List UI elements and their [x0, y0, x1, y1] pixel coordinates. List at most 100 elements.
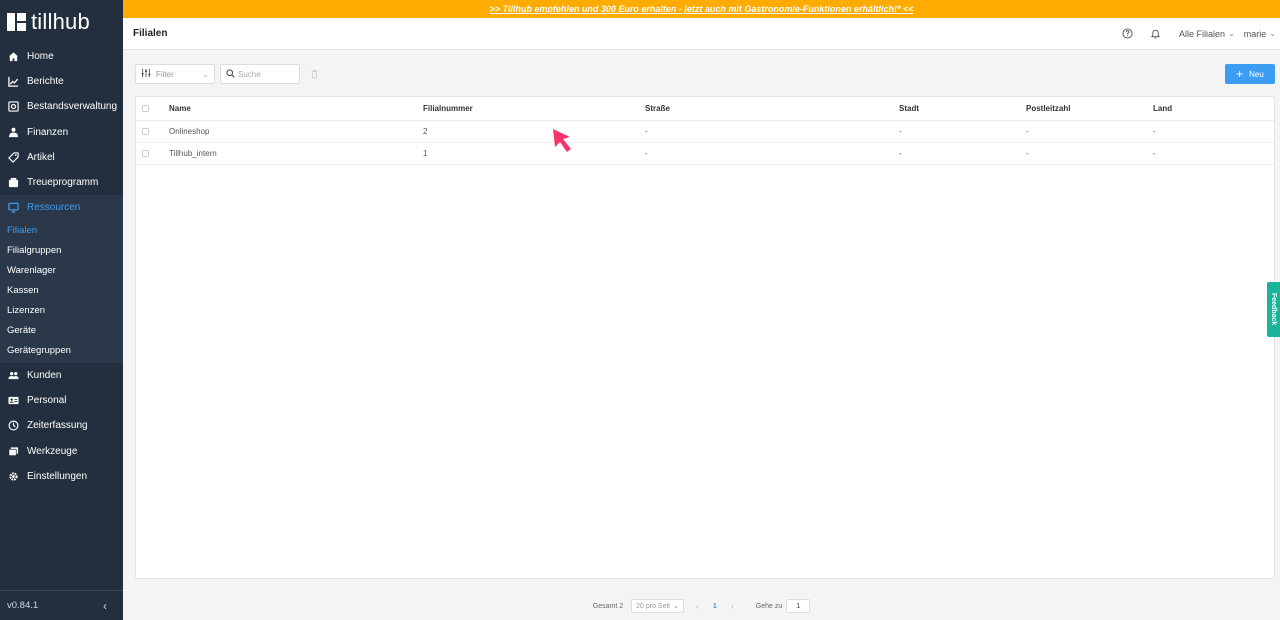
sidebar-item-label: Werkzeuge: [27, 445, 78, 457]
sidebar-item-kunden[interactable]: Kunden: [0, 363, 123, 388]
sidebar-nav-secondary: Kunden Personal Zeiterfassung Werkzeuge …: [0, 363, 123, 489]
column-header-country[interactable]: Land: [1153, 97, 1172, 120]
subnav-item-kassen[interactable]: Kassen: [0, 281, 123, 301]
promo-banner: >> Tillhub empfehlen und 300 Euro erhalt…: [123, 0, 1280, 18]
collapse-sidebar-icon[interactable]: ‹: [103, 599, 107, 613]
new-branch-button[interactable]: + Neu: [1225, 64, 1275, 84]
per-page-select[interactable]: 20 pro Seit ⌄: [631, 599, 684, 613]
chart-icon: [8, 76, 19, 88]
select-all-checkbox[interactable]: [142, 105, 149, 112]
cell-name: Tillhub_intern: [169, 149, 217, 158]
subnav-item-lizenzen[interactable]: Lizenzen: [0, 301, 123, 321]
chevron-down-icon: ⌄: [1228, 29, 1235, 38]
sidebar-item-label: Home: [27, 51, 54, 63]
search-icon: [226, 67, 235, 81]
header-actions: Alle Filialen ⌄ marie ⌄: [1113, 18, 1280, 49]
sidebar-item-ressourcen[interactable]: Ressourcen: [0, 195, 123, 221]
next-page-icon[interactable]: ›: [731, 601, 734, 611]
filter-dropdown[interactable]: Filter ⌄: [135, 64, 215, 84]
sidebar-item-label: Personal: [27, 395, 67, 407]
logo[interactable]: tillhub: [0, 0, 123, 44]
sidebar-item-finanzen[interactable]: Finanzen: [0, 120, 123, 145]
sidebar: tillhub Home Berichte Bestandsverwaltung…: [0, 0, 123, 620]
table-row[interactable]: Tillhub_intern 1 - - - -: [136, 143, 1274, 165]
chevron-down-icon: ⌄: [202, 69, 209, 79]
sidebar-item-label: Bestandsverwaltung: [27, 101, 118, 113]
chevron-down-icon: ⌄: [1269, 29, 1276, 38]
chevron-down-icon: ⌄: [672, 603, 679, 610]
cell-zip: -: [1026, 149, 1029, 158]
column-header-number[interactable]: Filialnummer: [423, 97, 473, 120]
subnav-item-filialen[interactable]: Filialen: [0, 220, 123, 240]
promo-link[interactable]: >> Tillhub empfehlen und 300 Euro erhalt…: [490, 4, 914, 14]
tag-icon: [8, 152, 19, 163]
sidebar-item-label: Artikel: [27, 151, 55, 163]
cell-number: 2: [423, 127, 428, 136]
goto-page-input[interactable]: [786, 599, 811, 613]
subnav-item-filialgruppen[interactable]: Filialgruppen: [0, 240, 123, 260]
tools-icon: [8, 446, 19, 457]
table-header-row: Name Filialnummer Straße Stadt Postleitz…: [136, 97, 1274, 121]
sidebar-item-label: Ressourcen: [27, 202, 81, 214]
cell-street: -: [645, 149, 648, 158]
loyalty-icon: [8, 177, 19, 188]
inventory-icon: [8, 101, 19, 113]
bell-icon[interactable]: [1141, 28, 1169, 39]
sidebar-item-label: Einstellungen: [27, 470, 88, 482]
subnav-item-geraete[interactable]: Geräte: [0, 321, 123, 341]
monitor-icon: [8, 202, 19, 213]
sidebar-item-berichte[interactable]: Berichte: [0, 69, 123, 94]
page-number-current[interactable]: 1: [713, 603, 717, 610]
subnav-item-geraetegruppen[interactable]: Gerätegruppen: [0, 341, 123, 361]
sidebar-item-personal[interactable]: Personal: [0, 388, 123, 413]
finance-icon: [8, 127, 19, 138]
sidebar-item-einstellungen[interactable]: Einstellungen: [0, 464, 123, 489]
search-input[interactable]: [238, 69, 294, 79]
column-header-street[interactable]: Straße: [645, 97, 670, 120]
cell-country: -: [1153, 127, 1156, 136]
gear-icon: [8, 471, 19, 482]
column-header-city[interactable]: Stadt: [899, 97, 919, 120]
prev-page-icon[interactable]: ‹: [696, 601, 699, 611]
logo-text: tillhub: [31, 9, 90, 34]
help-icon[interactable]: [1113, 28, 1141, 39]
sidebar-item-zeiterfassung[interactable]: Zeiterfassung: [0, 413, 123, 438]
sidebar-footer: v0.84.1 ‹: [0, 590, 123, 620]
cell-city: -: [899, 149, 902, 158]
subnav-item-warenlager[interactable]: Warenlager: [0, 261, 123, 281]
user-menu[interactable]: marie ⌄: [1244, 29, 1276, 39]
per-page-value: 20 pro Seit: [636, 602, 670, 610]
trash-icon[interactable]: [310, 69, 319, 79]
column-header-name[interactable]: Name: [169, 97, 191, 120]
feedback-tab[interactable]: Feedback: [1267, 282, 1280, 337]
table-toolbar: Filter ⌄ + Neu: [135, 64, 1275, 84]
sidebar-item-werkzeuge[interactable]: Werkzeuge: [0, 439, 123, 464]
row-checkbox[interactable]: [142, 150, 149, 157]
branch-selector[interactable]: Alle Filialen ⌄: [1179, 29, 1235, 39]
sidebar-item-bestandsverwaltung[interactable]: Bestandsverwaltung: [0, 94, 123, 119]
new-button-label: Neu: [1249, 69, 1264, 79]
table-row[interactable]: Onlineshop 2 - - - -: [136, 121, 1274, 143]
sidebar-item-treueprogramm[interactable]: Treueprogramm: [0, 170, 123, 195]
plus-icon: +: [1236, 67, 1244, 81]
ressourcen-subnav: Filialen Filialgruppen Warenlager Kassen…: [0, 220, 123, 363]
sidebar-item-label: Berichte: [27, 76, 64, 88]
sidebar-nav: Home Berichte Bestandsverwaltung Finanze…: [0, 44, 123, 221]
staff-icon: [8, 395, 19, 406]
sidebar-item-label: Finanzen: [27, 126, 69, 138]
cell-street: -: [645, 127, 648, 136]
row-checkbox[interactable]: [142, 128, 149, 135]
search-box[interactable]: [220, 64, 300, 84]
column-header-zip[interactable]: Postleitzahl: [1026, 97, 1070, 120]
page-header: Filialen Alle Filialen ⌄ marie ⌄: [123, 18, 1280, 50]
cell-city: -: [899, 127, 902, 136]
branch-selector-value: Alle Filialen: [1179, 28, 1226, 39]
sidebar-item-home[interactable]: Home: [0, 44, 123, 69]
cell-number: 1: [423, 149, 428, 158]
home-icon: [8, 51, 19, 62]
branches-table: Name Filialnummer Straße Stadt Postleitz…: [135, 96, 1275, 579]
customers-icon: [8, 370, 19, 381]
cell-country: -: [1153, 149, 1156, 158]
mouse-cursor-icon: [553, 129, 571, 152]
sidebar-item-artikel[interactable]: Artikel: [0, 145, 123, 170]
